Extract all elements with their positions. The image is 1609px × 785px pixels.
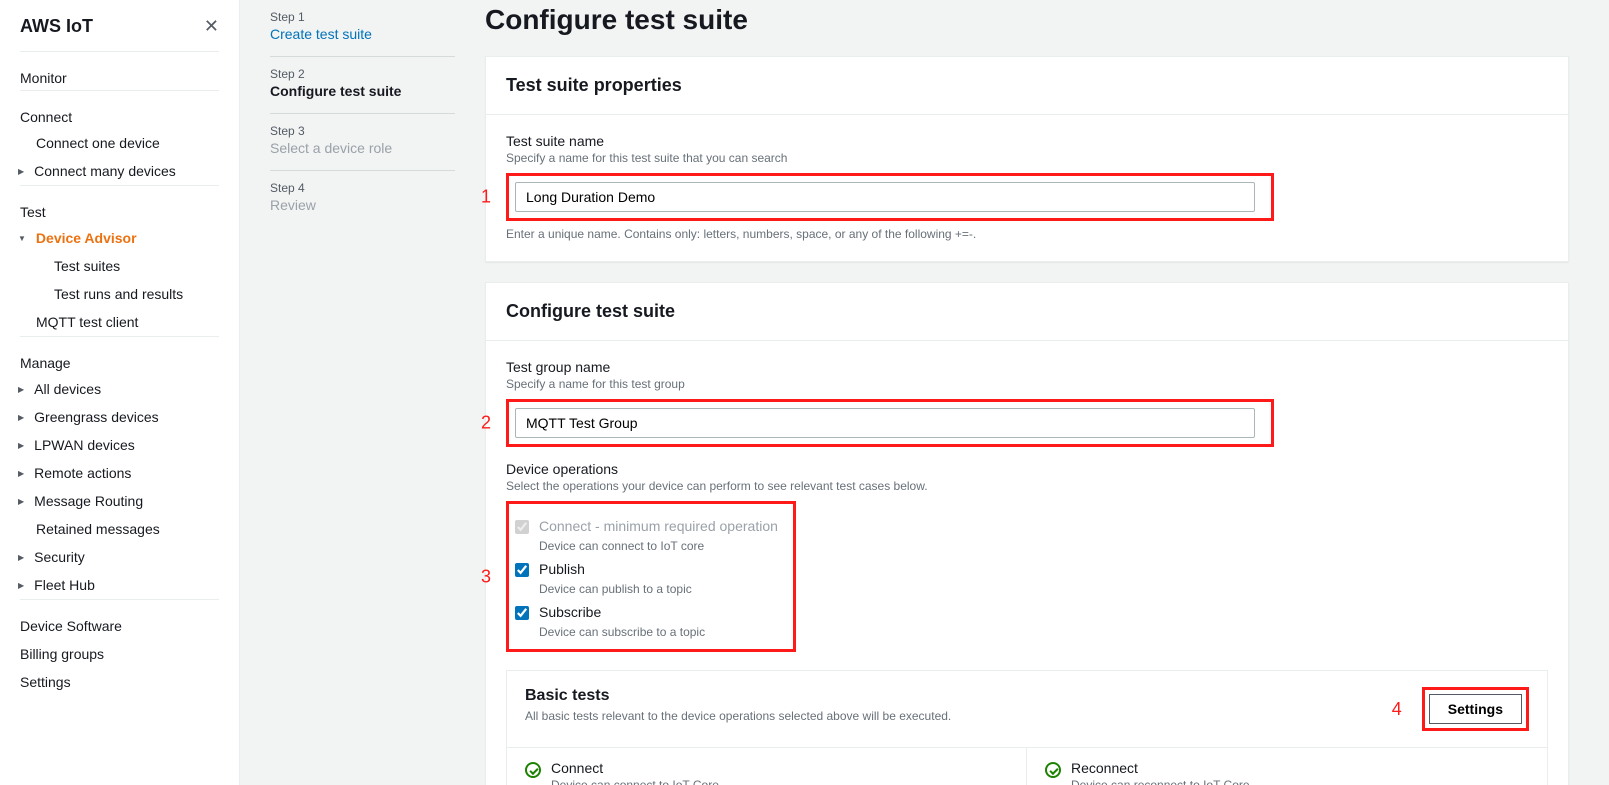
sidebar-heading-test: Test: [0, 196, 239, 224]
sidebar-item-connect-many[interactable]: Connect many devices: [0, 157, 239, 185]
test-suite-properties-panel: Test suite properties Test suite name Sp…: [485, 56, 1569, 262]
sidebar-item-lpwan[interactable]: LPWAN devices: [0, 431, 239, 459]
sidebar-item-test-runs[interactable]: Test runs and results: [0, 280, 239, 308]
sidebar-item-greengrass[interactable]: Greengrass devices: [0, 403, 239, 431]
page-title: Configure test suite: [485, 4, 1569, 36]
callout-3-number: 3: [481, 566, 491, 587]
device-operations-help: Select the operations your device can pe…: [506, 479, 1548, 493]
test-suite-name-help: Specify a name for this test suite that …: [506, 151, 1548, 165]
basic-test-reconnect-title: Reconnect: [1071, 760, 1250, 776]
sidebar-title: AWS IoT: [20, 16, 93, 37]
sidebar-item-monitor[interactable]: Monitor: [0, 62, 239, 90]
basic-test-connect-title: Connect: [551, 760, 719, 776]
callout-1-number: 1: [481, 187, 491, 208]
step-2-number: Step 2: [270, 67, 455, 81]
check-icon: [525, 762, 541, 778]
sidebar-heading-manage: Manage: [0, 347, 239, 375]
check-icon: [1045, 762, 1061, 778]
configure-test-suite-panel: Configure test suite Test group name Spe…: [485, 282, 1569, 785]
sidebar-item-remote-actions[interactable]: Remote actions: [0, 459, 239, 487]
op-connect-checkbox: [515, 520, 529, 534]
step-1-link[interactable]: Create test suite: [270, 26, 455, 42]
op-publish-label: Publish: [539, 561, 585, 577]
close-icon[interactable]: ✕: [204, 16, 219, 37]
callout-3: 3 Connect - minimum required operation D…: [506, 501, 796, 652]
step-2-label: Configure test suite: [270, 83, 455, 99]
basic-test-connect-desc: Device can connect to IoT Core: [551, 778, 719, 785]
basic-test-reconnect-desc: Device can reconnect to IoT Core: [1071, 778, 1250, 785]
op-subscribe-label: Subscribe: [539, 604, 601, 620]
step-3-number: Step 3: [270, 124, 455, 138]
sidebar-item-fleet-hub[interactable]: Fleet Hub: [0, 571, 239, 599]
test-suite-name-label: Test suite name: [506, 133, 1548, 149]
sidebar-item-billing-groups[interactable]: Billing groups: [0, 638, 239, 666]
op-subscribe-checkbox[interactable]: [515, 606, 529, 620]
op-publish-desc: Device can publish to a topic: [539, 582, 787, 596]
sidebar-item-mqtt-client[interactable]: MQTT test client: [0, 308, 239, 336]
sidebar-item-device-software[interactable]: Device Software: [0, 610, 239, 638]
callout-4: Settings: [1422, 687, 1529, 731]
callout-4-number: 4: [1392, 699, 1402, 720]
basic-tests-heading: Basic tests: [525, 687, 951, 705]
op-connect-desc: Device can connect to IoT core: [539, 539, 787, 553]
step-4-number: Step 4: [270, 181, 455, 195]
test-group-name-help: Specify a name for this test group: [506, 377, 1548, 391]
basic-test-connect: Connect Device can connect to IoT Core: [507, 748, 1027, 785]
op-publish-checkbox[interactable]: [515, 563, 529, 577]
configure-heading: Configure test suite: [486, 283, 1568, 341]
step-4-label: Review: [270, 197, 455, 213]
step-3-label: Select a device role: [270, 140, 455, 156]
test-suite-name-sub: Enter a unique name. Contains only: lett…: [506, 227, 1548, 241]
sidebar-item-message-routing[interactable]: Message Routing: [0, 487, 239, 515]
step-1-number: Step 1: [270, 10, 455, 24]
callout-2-number: 2: [481, 413, 491, 434]
basic-test-reconnect: Reconnect Device can reconnect to IoT Co…: [1027, 748, 1547, 785]
sidebar-item-retained-messages[interactable]: Retained messages: [0, 515, 239, 543]
basic-tests-sub: All basic tests relevant to the device o…: [525, 709, 951, 723]
sidebar: AWS IoT ✕ Monitor Connect Connect one de…: [0, 0, 240, 785]
op-connect-label: Connect - minimum required operation: [539, 518, 778, 534]
callout-2: 2: [506, 399, 1274, 447]
sidebar-item-all-devices[interactable]: All devices: [0, 375, 239, 403]
test-group-name-input[interactable]: [515, 408, 1255, 438]
basic-tests-panel: Basic tests All basic tests relevant to …: [506, 670, 1548, 785]
test-suite-properties-heading: Test suite properties: [486, 57, 1568, 115]
callout-1: 1: [506, 173, 1274, 221]
device-operations-label: Device operations: [506, 461, 1548, 477]
sidebar-item-settings[interactable]: Settings: [0, 666, 239, 694]
test-group-name-label: Test group name: [506, 359, 1548, 375]
sidebar-item-security[interactable]: Security: [0, 543, 239, 571]
sidebar-heading-connect: Connect: [0, 101, 239, 129]
sidebar-item-connect-one[interactable]: Connect one device: [0, 129, 239, 157]
sidebar-item-device-advisor[interactable]: Device Advisor: [0, 224, 239, 252]
wizard-steps: Step 1 Create test suite Step 2 Configur…: [240, 0, 475, 785]
test-suite-name-input[interactable]: [515, 182, 1255, 212]
op-subscribe-desc: Device can subscribe to a topic: [539, 625, 787, 639]
settings-button[interactable]: Settings: [1429, 694, 1522, 724]
sidebar-item-test-suites[interactable]: Test suites: [0, 252, 239, 280]
main-content: Configure test suite Test suite properti…: [475, 0, 1609, 785]
